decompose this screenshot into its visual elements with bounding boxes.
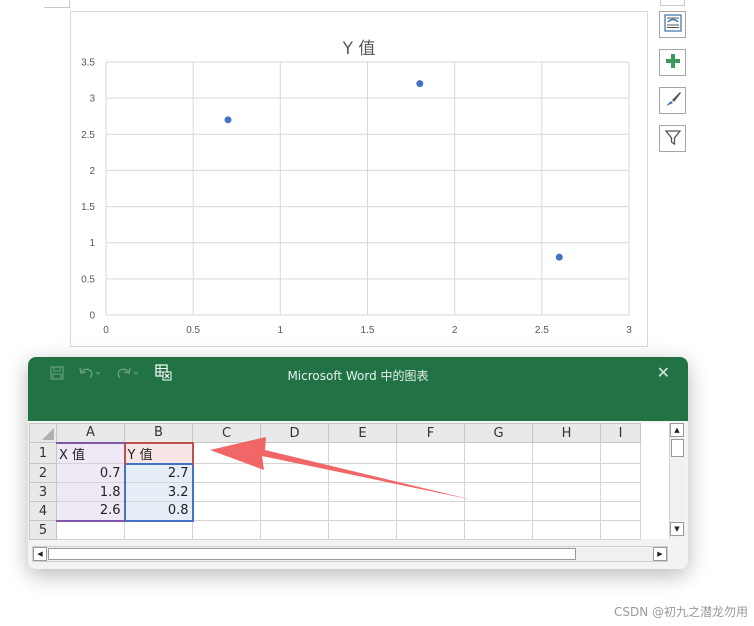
red-arrow-icon bbox=[210, 437, 473, 500]
watermark: CSDN @初九之潜龙勿用 bbox=[613, 605, 748, 619]
annotation-arrow bbox=[210, 437, 473, 500]
